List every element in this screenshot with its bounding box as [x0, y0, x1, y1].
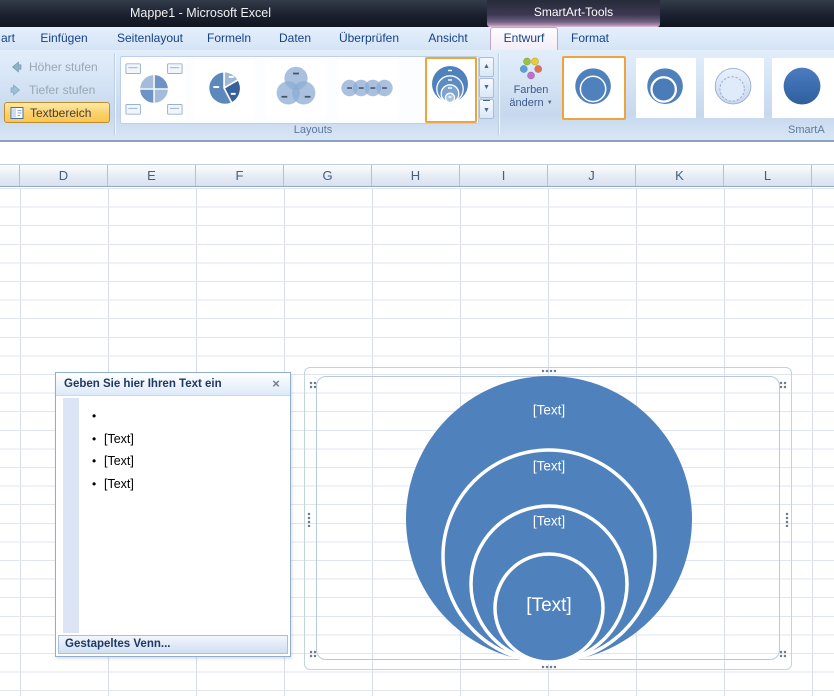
basic-venn-icon [265, 59, 327, 119]
demote-button[interactable]: Tiefer stufen [4, 79, 110, 100]
column-header-J[interactable]: J [548, 165, 636, 186]
text-pane-item[interactable]: • [Text] [56, 450, 290, 473]
ribbon-tab-row: art Einfügen Seitenlayout Formeln Daten … [0, 27, 834, 50]
column-header-K[interactable]: K [636, 165, 724, 186]
group-separator [114, 53, 116, 135]
layouts-group-label: Layouts [283, 124, 343, 136]
frame-handle-bottom[interactable] [541, 665, 556, 669]
close-icon[interactable]: × [269, 373, 283, 395]
arrow-left-icon [8, 59, 24, 75]
column-header-G[interactable]: G [284, 165, 372, 186]
tab-format[interactable]: Format [562, 27, 618, 50]
frame-handle-top[interactable] [541, 369, 556, 373]
group-separator [498, 53, 500, 135]
smartart-style-3-thumb[interactable] [704, 58, 764, 118]
ribbon: Höher stufen Tiefer stufen Textbereich [0, 50, 834, 142]
arrow-right-icon [8, 82, 24, 98]
column-header-I[interactable]: I [460, 165, 548, 186]
bullet-icon: • [92, 405, 96, 428]
dropdown-arrow-icon: ▼ [547, 100, 553, 106]
diagram-text-label[interactable]: [Text] [526, 595, 571, 616]
column-headers: D E F G H I J K L [0, 164, 834, 187]
diagram-text-label[interactable]: [Text] [533, 459, 565, 474]
tab-einfuegen[interactable]: Einfügen [24, 27, 104, 50]
bullet-icon: • [92, 428, 96, 451]
text-pane-item[interactable]: • [Text] [56, 473, 290, 496]
text-pane-item[interactable]: • [56, 405, 290, 428]
text-pane-footer: Gestapeltes Venn... [58, 635, 288, 654]
layout-linear-venn-thumb[interactable] [337, 59, 399, 119]
smartart-styles-group-label: SmartA [788, 124, 825, 136]
layout-segmented-pie-thumb[interactable] [193, 59, 255, 119]
linear-venn-icon [337, 59, 399, 119]
frame-handle-top-left[interactable] [309, 381, 317, 389]
column-header-partial-left[interactable] [0, 165, 20, 186]
layout-basic-venn-thumb[interactable] [265, 59, 327, 119]
style-inset-ring-icon [636, 58, 696, 118]
style-solid-fill-icon [772, 58, 834, 118]
column-header-E[interactable]: E [108, 165, 196, 186]
diagram-text-label[interactable]: [Text] [533, 403, 565, 418]
smartart-text-pane: Geben Sie hier Ihren Text ein × • • [Tex… [55, 372, 291, 657]
bullet-icon: • [92, 473, 96, 496]
tab-formeln[interactable]: Formeln [196, 27, 262, 50]
tab-seitenlayout[interactable]: Seitenlayout [106, 27, 194, 50]
change-colors-icon [519, 56, 543, 80]
bullet-icon: • [92, 450, 96, 473]
tab-ueberpruefen[interactable]: Überprüfen [328, 27, 410, 50]
frame-handle-bottom-left[interactable] [309, 650, 317, 658]
change-colors-button[interactable]: Farben ändern ▼ [503, 56, 559, 126]
style-subtle-outline-icon [564, 58, 624, 118]
column-header-F[interactable]: F [196, 165, 284, 186]
gallery-scroll-up-button[interactable]: ▲ [479, 57, 494, 77]
text-pane-item[interactable]: • [Text] [56, 428, 290, 451]
smartart-style-1-thumb[interactable] [562, 56, 626, 120]
title-bar: Mappe1 - Microsoft Excel SmartArt-Tools [0, 0, 834, 27]
cycle-matrix-icon [123, 59, 185, 119]
smartart-canvas-frame[interactable]: [Text] [Text] [Text] [Text] [304, 367, 792, 670]
diagram-text-label[interactable]: [Text] [533, 514, 565, 529]
promote-button[interactable]: Höher stufen [4, 56, 110, 77]
tab-ansicht[interactable]: Ansicht [414, 27, 482, 50]
text-pane-header: Geben Sie hier Ihren Text ein × [56, 373, 290, 396]
tab-entwurf[interactable]: Entwurf [490, 27, 558, 50]
smartart-style-2-thumb[interactable] [636, 58, 696, 118]
frame-handle-right[interactable] [785, 512, 789, 527]
frame-handle-left[interactable] [307, 512, 311, 527]
style-light-outline-icon [704, 58, 764, 118]
layout-stacked-venn-thumb[interactable] [425, 57, 477, 123]
column-header-L[interactable]: L [724, 165, 812, 186]
smartart-tools-contextual-label: SmartArt-Tools [487, 0, 660, 27]
frame-handle-bottom-right[interactable] [779, 650, 787, 658]
text-pane-icon [9, 105, 25, 121]
text-pane-toggle-button[interactable]: Textbereich [4, 102, 110, 123]
window-title: Mappe1 - Microsoft Excel [130, 0, 271, 27]
column-header-D[interactable]: D [20, 165, 108, 186]
gallery-scroll-down-button[interactable]: ▼ [479, 78, 494, 98]
layout-cycle-matrix-thumb[interactable] [123, 59, 185, 119]
smartart-style-4-thumb[interactable] [772, 58, 834, 118]
stacked-venn-diagram[interactable]: [Text] [Text] [Text] [Text] [305, 368, 793, 671]
gallery-more-button[interactable]: ▼ [479, 99, 494, 119]
segmented-pie-icon [193, 59, 255, 119]
column-header-H[interactable]: H [372, 165, 460, 186]
layouts-gallery [120, 56, 479, 124]
tab-daten[interactable]: Daten [266, 27, 324, 50]
frame-handle-top-right[interactable] [779, 381, 787, 389]
tab-start-partial[interactable]: art [0, 27, 16, 50]
stacked-venn-icon [427, 59, 473, 117]
formula-bar-area [0, 142, 834, 164]
column-header-partial-right[interactable] [812, 165, 834, 186]
text-pane-body: • • [Text] • [Text] • [Text] [56, 396, 290, 635]
